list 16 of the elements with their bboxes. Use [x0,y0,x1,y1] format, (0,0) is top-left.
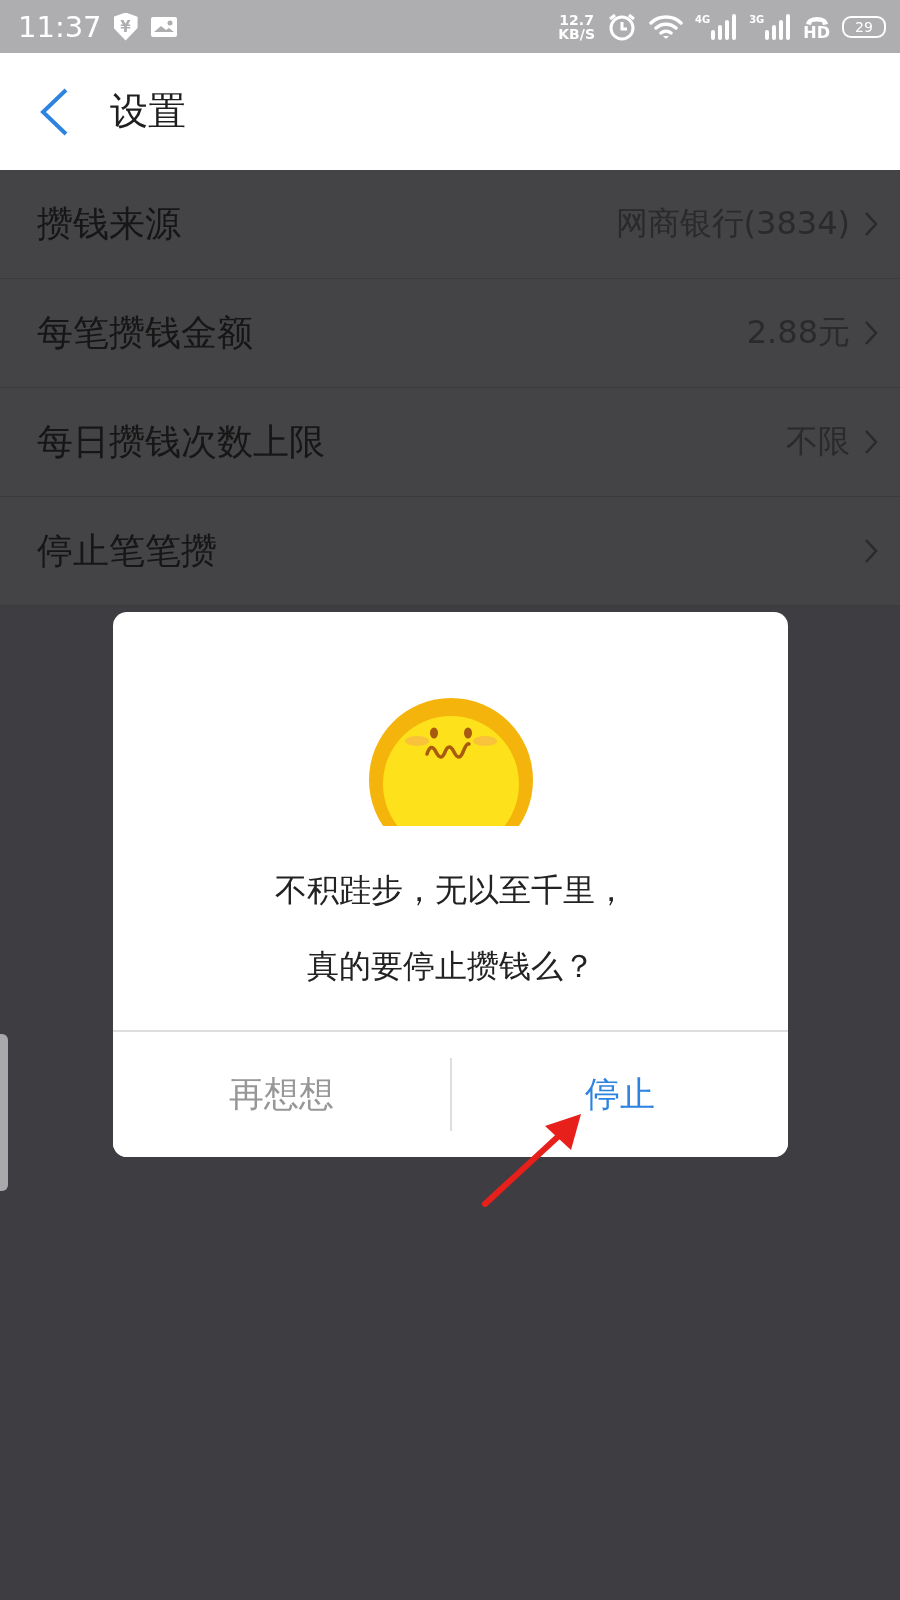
chevron-right-icon [864,429,878,455]
alarm-clock-icon [607,11,637,42]
time-text: 11:37 [18,9,102,44]
page-title: 设置 [110,88,186,135]
dialog-message: 不积跬步，无以至千里， 真的要停止攒钱么？ [274,870,627,987]
chevron-right-icon [864,211,878,237]
chevron-right-icon [864,538,878,564]
network-speed-text: 12.7 KB/S [558,12,595,41]
side-handle[interactable] [0,1034,8,1191]
shield-icon: ¥ [113,12,138,41]
battery-icon: 29 [842,15,886,38]
chevron-right-icon [864,320,878,346]
back-icon[interactable] [38,86,70,137]
wifi-icon [649,13,683,40]
picture-message-icon [149,15,178,38]
emoji-icon [368,698,533,826]
